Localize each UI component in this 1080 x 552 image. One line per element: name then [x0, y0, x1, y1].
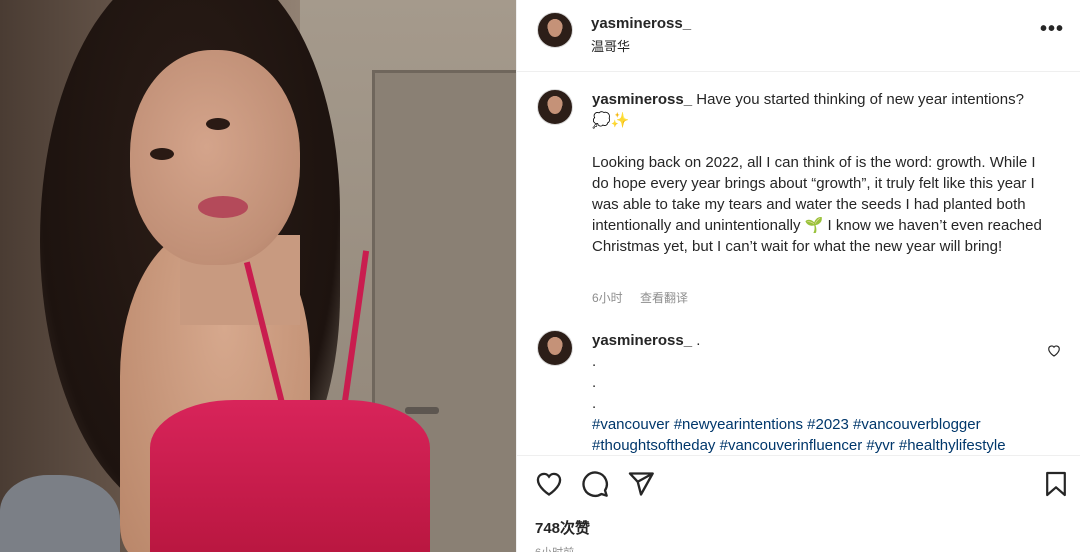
comment-bubble-icon[interactable]: [581, 470, 609, 498]
comment-username[interactable]: yasmineross_: [592, 332, 692, 349]
post-photo[interactable]: [0, 0, 516, 552]
more-options-icon[interactable]: •••: [1040, 19, 1064, 39]
comment-like-heart-icon[interactable]: [1047, 344, 1061, 357]
post-time: 6小时前: [535, 544, 574, 552]
author-username[interactable]: yasmineross_: [591, 15, 691, 32]
post-header: yasmineross_ 温哥华 •••: [517, 0, 1080, 72]
post-panel: yasmineross_ 温哥华 ••• yasmineross_ Have y…: [516, 0, 1080, 552]
like-heart-icon[interactable]: [535, 470, 563, 498]
comment-text: .: [696, 332, 701, 349]
share-paper-plane-icon[interactable]: [627, 470, 655, 498]
photo-door-handle: [405, 407, 439, 414]
comment-item: yasmineross_ . . . . #vancouver #newyear…: [537, 330, 1061, 455]
post-location[interactable]: 温哥华: [591, 36, 630, 55]
photo-eye-right: [206, 118, 230, 130]
caption-text-emoji: 🌱: [804, 217, 824, 234]
comment-body: yasmineross_ . . . . #vancouver #newyear…: [592, 330, 1032, 455]
photo-blanket: [0, 475, 120, 552]
post-actions: 748次赞 6小时前: [517, 455, 1080, 552]
photo-eye-left: [150, 148, 174, 160]
likes-count[interactable]: 748次赞: [535, 517, 590, 538]
comment-dot: .: [592, 374, 597, 391]
caption-username[interactable]: yasmineross_: [592, 91, 692, 108]
caption-meta: 6小时 查看翻译: [592, 289, 702, 306]
see-translation-link[interactable]: 查看翻译: [640, 291, 688, 305]
caption-time: 6小时: [592, 291, 623, 305]
caption-item: yasmineross_ Have you started thinking o…: [537, 89, 1061, 319]
comments-list[interactable]: yasmineross_ Have you started thinking o…: [517, 73, 1080, 455]
comment-dot: .: [592, 395, 597, 412]
caption-body: yasmineross_ Have you started thinking o…: [592, 89, 1052, 257]
caption-line1: Have you started thinking of new year in…: [696, 91, 1024, 108]
caption-avatar[interactable]: [537, 89, 573, 125]
photo-dress: [150, 400, 430, 552]
comment-hashtags[interactable]: #thoughtsoftheday #vancouverinfluencer #…: [592, 437, 1006, 454]
caption-emoji: 💭✨: [592, 112, 630, 129]
comment-dot: .: [592, 353, 597, 370]
save-bookmark-icon[interactable]: [1045, 470, 1067, 498]
photo-lips: [198, 196, 248, 218]
author-avatar[interactable]: [537, 12, 573, 48]
comment-avatar[interactable]: [537, 330, 573, 366]
comment-hashtags[interactable]: #vancouver #newyearintentions #2023 #van…: [592, 416, 981, 433]
